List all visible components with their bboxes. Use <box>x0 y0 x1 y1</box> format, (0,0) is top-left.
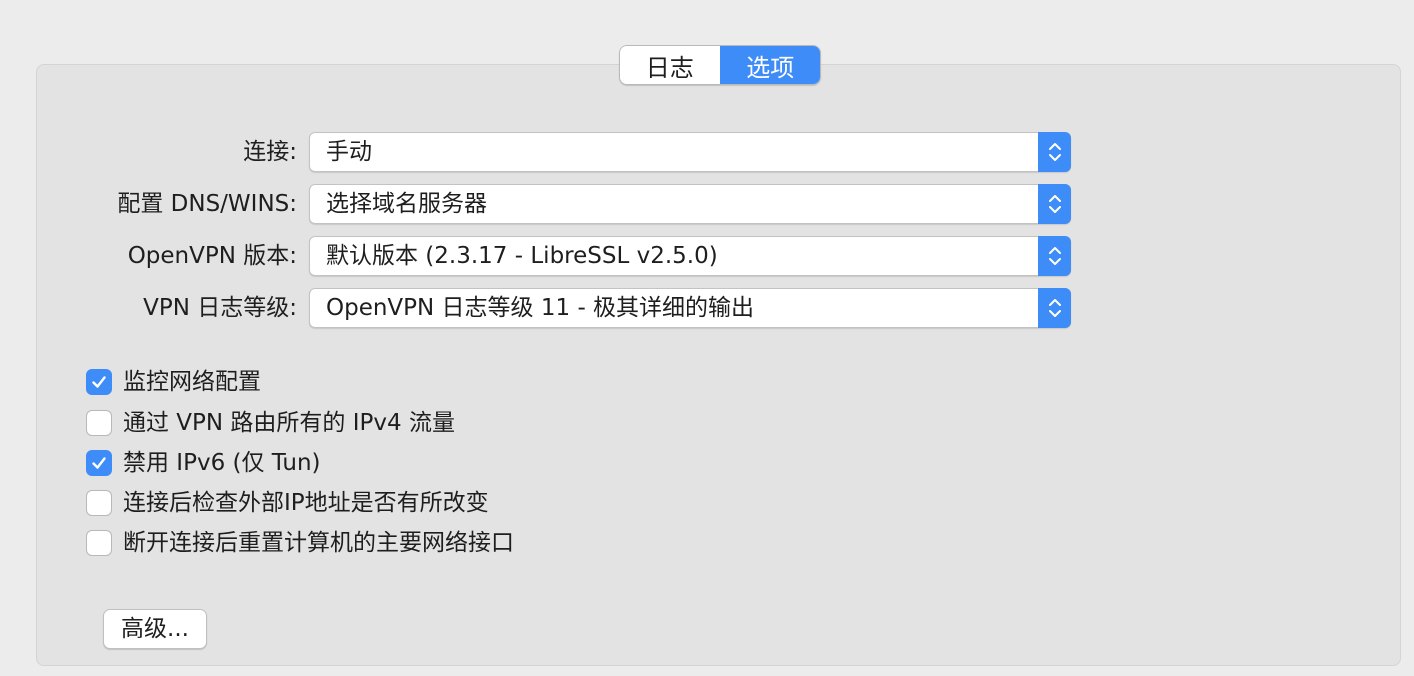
log-level-value: OpenVPN 日志等级 11 - 极其详细的输出 <box>326 295 755 321</box>
connection-label: 连接: <box>243 139 297 165</box>
monitor-network-checkbox[interactable] <box>86 369 112 395</box>
advanced-button[interactable]: 高级... <box>103 609 207 649</box>
tab-log[interactable]: 日志 <box>620 46 720 84</box>
log-level-select[interactable]: OpenVPN 日志等级 11 - 极其详细的输出 <box>309 288 1071 328</box>
reset-interface-label: 断开连接后重置计算机的主要网络接口 <box>123 530 514 556</box>
connection-row: 连接: 手动 <box>0 132 1414 172</box>
check-external-ip-checkbox[interactable] <box>86 490 112 516</box>
up-down-chevron-icon <box>1038 236 1071 276</box>
monitor-network-checkbox-row[interactable]: 监控网络配置 <box>86 367 261 397</box>
up-down-chevron-icon <box>1038 132 1071 172</box>
route-ipv4-checkbox-row[interactable]: 通过 VPN 路由所有的 IPv4 流量 <box>86 408 455 438</box>
disable-ipv6-checkbox-row[interactable]: 禁用 IPv6 (仅 Tun) <box>86 448 321 478</box>
route-ipv4-checkbox[interactable] <box>86 410 112 436</box>
monitor-network-label: 监控网络配置 <box>123 369 261 395</box>
openvpn-version-row: OpenVPN 版本: 默认版本 (2.3.17 - LibreSSL v2.5… <box>0 236 1414 276</box>
up-down-chevron-icon <box>1038 184 1071 224</box>
check-external-ip-label: 连接后检查外部IP地址是否有所改变 <box>123 490 489 516</box>
route-ipv4-label: 通过 VPN 路由所有的 IPv4 流量 <box>123 410 455 436</box>
checkmark-icon <box>92 457 106 469</box>
check-external-ip-checkbox-row[interactable]: 连接后检查外部IP地址是否有所改变 <box>86 488 489 518</box>
dns-wins-value: 选择域名服务器 <box>326 191 487 217</box>
tab-switcher: 日志 选项 <box>619 45 821 85</box>
dns-wins-label: 配置 DNS/WINS: <box>117 191 297 217</box>
openvpn-version-label: OpenVPN 版本: <box>127 243 297 269</box>
dns-wins-row: 配置 DNS/WINS: 选择域名服务器 <box>0 184 1414 224</box>
log-level-label: VPN 日志等级: <box>143 295 297 321</box>
reset-interface-checkbox[interactable] <box>86 530 112 556</box>
checkmark-icon <box>92 376 106 388</box>
reset-interface-checkbox-row[interactable]: 断开连接后重置计算机的主要网络接口 <box>86 528 514 558</box>
log-level-row: VPN 日志等级: OpenVPN 日志等级 11 - 极其详细的输出 <box>0 288 1414 328</box>
disable-ipv6-checkbox[interactable] <box>86 450 112 476</box>
disable-ipv6-label: 禁用 IPv6 (仅 Tun) <box>123 450 321 476</box>
openvpn-version-value: 默认版本 (2.3.17 - LibreSSL v2.5.0) <box>326 243 718 269</box>
dns-wins-select[interactable]: 选择域名服务器 <box>309 184 1071 224</box>
openvpn-version-select[interactable]: 默认版本 (2.3.17 - LibreSSL v2.5.0) <box>309 236 1071 276</box>
connection-value: 手动 <box>326 139 372 165</box>
connection-select[interactable]: 手动 <box>309 132 1071 172</box>
up-down-chevron-icon <box>1038 288 1071 328</box>
tab-options[interactable]: 选项 <box>719 46 820 84</box>
